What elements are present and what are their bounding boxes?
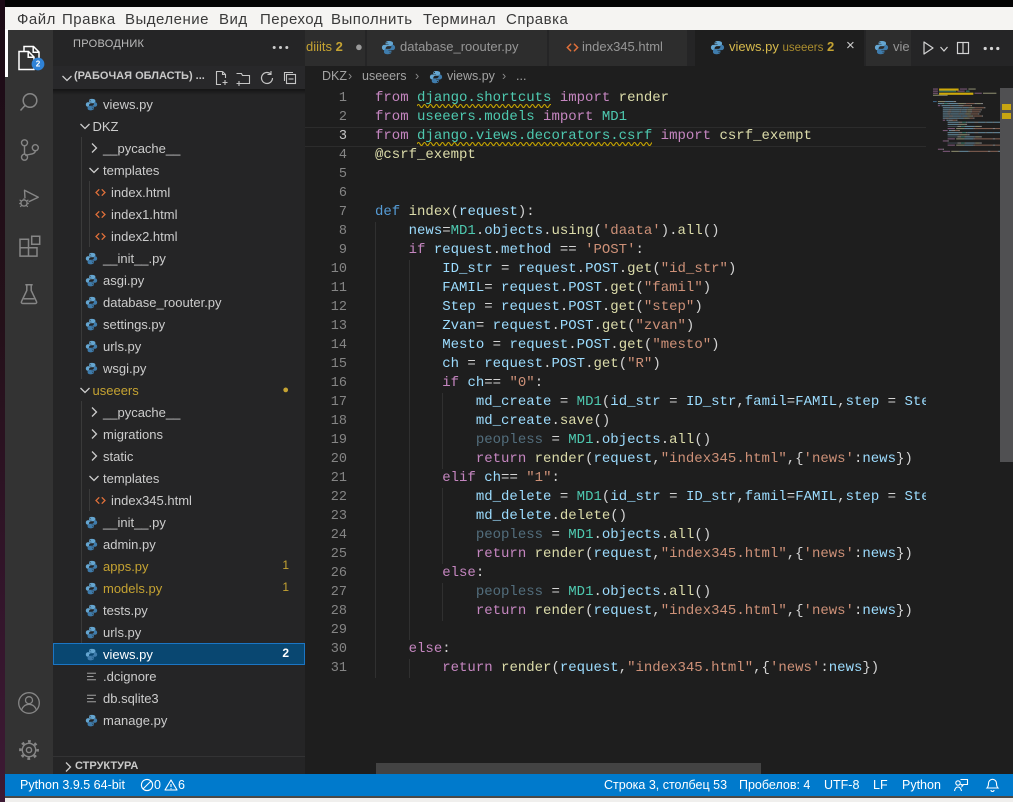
svg-text:2: 2 bbox=[36, 60, 41, 69]
